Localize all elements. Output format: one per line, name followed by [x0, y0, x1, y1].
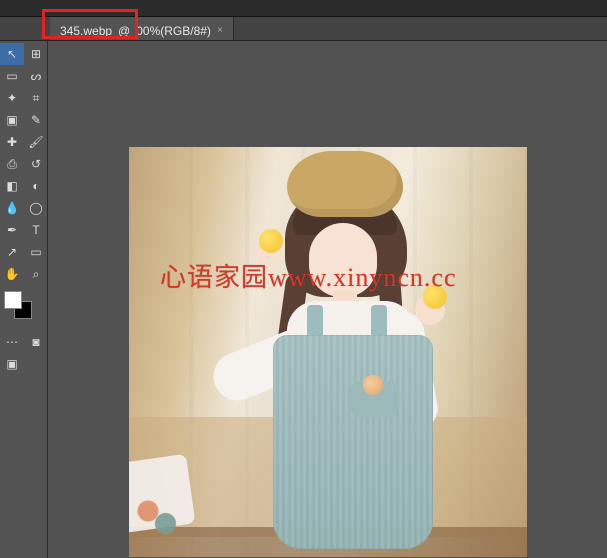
screenmode-icon: ▣ — [6, 357, 17, 371]
marquee-icon: ▭ — [6, 69, 17, 83]
tab-at: @ — [118, 24, 130, 38]
eyedropper-icon: ✎ — [31, 113, 41, 127]
lasso-icon: ᔕ — [31, 69, 42, 83]
color-swatches[interactable] — [0, 291, 47, 327]
blur-tool[interactable]: 💧 — [0, 197, 24, 219]
frame-icon: ▣ — [6, 113, 17, 127]
eraser-icon: ◧ — [6, 179, 17, 193]
heal-icon: ✚ — [7, 135, 17, 149]
path-select-tool[interactable]: ↗ — [0, 241, 24, 263]
document-tab[interactable]: 345.webp @ 00%(RGB/8#) × — [50, 17, 234, 40]
hand-icon: ✋ — [5, 267, 20, 281]
type-icon: T — [32, 223, 39, 237]
brush-icon: 🖌 — [28, 135, 43, 149]
move-icon: ↖ — [7, 47, 17, 61]
document-tab-bar: 345.webp @ 00%(RGB/8#) × — [0, 17, 607, 41]
menu-bar — [0, 0, 607, 17]
marquee-tool[interactable]: ▭ — [0, 65, 24, 87]
brush-tool[interactable]: 🖌 — [24, 131, 48, 153]
blur-icon: 💧 — [5, 201, 20, 215]
gradient-icon: ◐ — [32, 179, 39, 193]
gradient-tool[interactable]: ◐ — [24, 175, 48, 197]
screen-mode-button[interactable]: ▣ — [0, 353, 24, 375]
artboard-tool[interactable]: ⊞ — [24, 43, 48, 65]
edit-toolbar-button[interactable]: ⋯ — [0, 331, 24, 353]
history-brush-tool[interactable]: ↺ — [24, 153, 48, 175]
crop-icon: ⌗ — [33, 91, 40, 106]
clone-stamp-tool[interactable]: ⎙ — [0, 153, 24, 175]
canvas-image[interactable] — [129, 147, 527, 557]
foreground-color-swatch[interactable] — [4, 291, 22, 309]
photo-pillow-pattern — [133, 491, 183, 541]
edit-icon: ⋯ — [6, 335, 18, 349]
magic-wand-tool[interactable]: ✦ — [0, 87, 24, 109]
dodge-icon: ◯ — [29, 201, 42, 215]
canvas-area[interactable] — [48, 41, 607, 558]
tab-filename: 345.webp — [60, 24, 112, 38]
path-icon: ↗ — [7, 245, 17, 259]
healing-tool[interactable]: ✚ — [0, 131, 24, 153]
pen-tool[interactable]: ✒ — [0, 219, 24, 241]
hand-tool[interactable]: ✋ — [0, 263, 24, 285]
frame-tool[interactable]: ▣ — [0, 109, 24, 131]
close-icon[interactable]: × — [217, 25, 223, 36]
tab-zoom-mode: 00%(RGB/8#) — [136, 24, 211, 38]
stamp-icon: ⎙ — [7, 157, 17, 172]
quick-mask-button[interactable]: ◙ — [24, 331, 48, 353]
artboard-icon: ⊞ — [31, 47, 41, 61]
zoom-tool[interactable]: ⌕ — [24, 263, 48, 285]
zoom-icon: ⌕ — [33, 267, 40, 282]
lasso-tool[interactable]: ᔕ — [24, 65, 48, 87]
crop-tool[interactable]: ⌗ — [24, 87, 48, 109]
history-icon: ↺ — [31, 157, 41, 171]
type-tool[interactable]: T — [24, 219, 48, 241]
dodge-tool[interactable]: ◯ — [24, 197, 48, 219]
photo-subject — [217, 147, 427, 557]
toolbox-panel: ↖ ⊞ ▭ ᔕ ✦ ⌗ ▣ ✎ ✚ 🖌 ⎙ ↺ ◧ ◐ 💧 ◯ ✒ T ↗ ▭ … — [0, 41, 48, 558]
move-tool[interactable]: ↖ — [0, 43, 24, 65]
eyedropper-tool[interactable]: ✎ — [24, 109, 48, 131]
pen-icon: ✒ — [7, 223, 17, 237]
rectangle-tool[interactable]: ▭ — [24, 241, 48, 263]
eraser-tool[interactable]: ◧ — [0, 175, 24, 197]
rect-icon: ▭ — [30, 245, 41, 259]
magic-icon: ✦ — [7, 91, 17, 105]
quickmask-icon: ◙ — [32, 335, 39, 349]
